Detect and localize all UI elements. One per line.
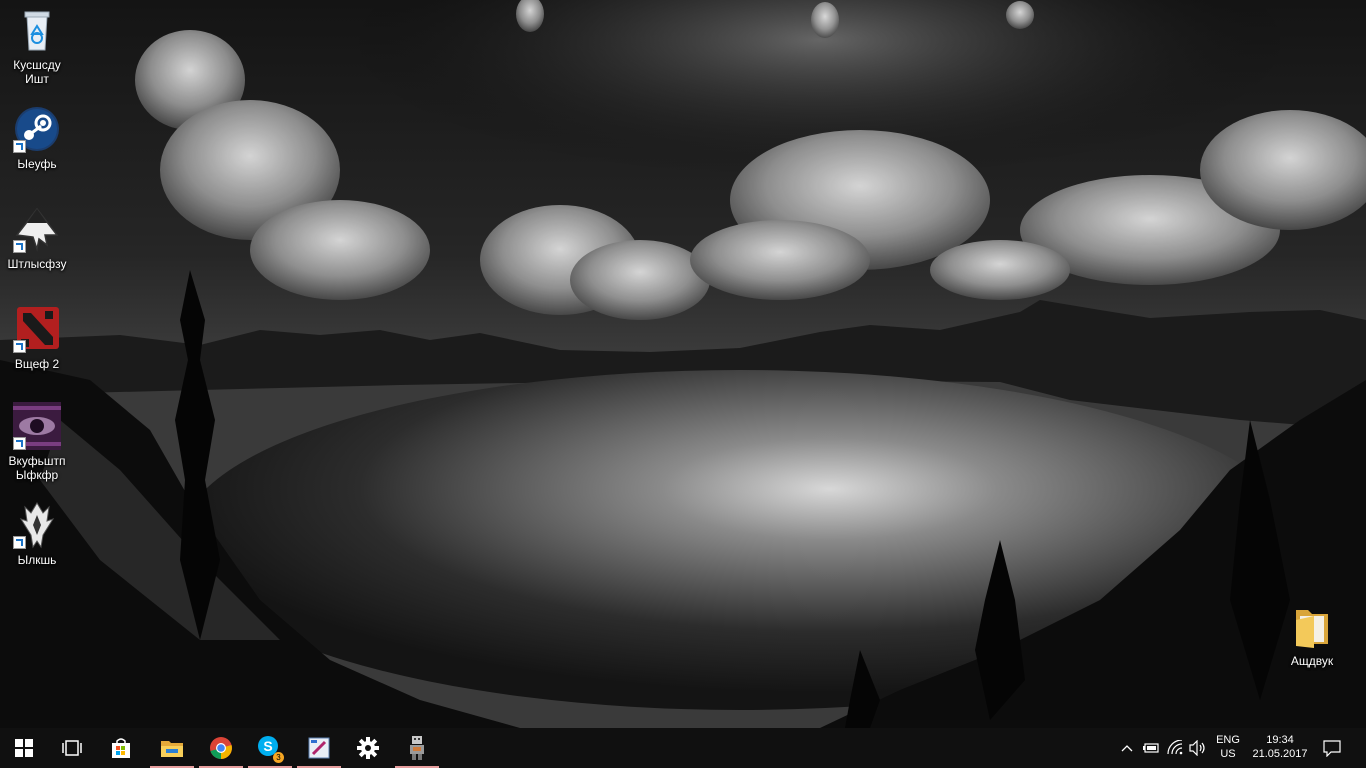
store-button[interactable] xyxy=(97,728,145,768)
svg-text:S: S xyxy=(263,738,272,754)
inkscape-icon xyxy=(13,205,61,253)
task-view-button[interactable] xyxy=(48,728,96,768)
action-center-button[interactable] xyxy=(1322,738,1342,758)
paint-button[interactable] xyxy=(295,728,343,768)
windows-logo-icon xyxy=(15,739,33,757)
desktop-icon-label: Вкуфьштп Ыфкфр xyxy=(8,454,66,482)
dreaming-sarah-icon xyxy=(13,402,61,450)
desktop-icon-label: Ылкшь xyxy=(17,553,57,567)
notification-icon xyxy=(1323,740,1341,757)
file-explorer-button[interactable] xyxy=(148,728,196,768)
language-code: ENG xyxy=(1216,734,1240,746)
language-region: US xyxy=(1220,748,1236,760)
taskbar: S 3 ENG US 19:34 21.05.2017 xyxy=(0,728,1366,768)
desktop-wallpaper xyxy=(0,0,1366,728)
desktop-icon-label: Ыеуфь xyxy=(17,157,57,171)
network-button[interactable] xyxy=(1165,738,1185,758)
wifi-icon xyxy=(1167,740,1183,755)
desktop-icon-recycle-bin[interactable]: Кусшсду Ишт xyxy=(0,6,74,86)
skype-button[interactable]: S 3 xyxy=(246,728,294,768)
chevron-up-icon xyxy=(1121,745,1133,752)
volume-button[interactable] xyxy=(1188,738,1208,758)
desktop-icon-label: Кусшсду Ишт xyxy=(13,58,61,86)
battery-button[interactable] xyxy=(1141,738,1161,758)
desktop-icon-label: Вщеф 2 xyxy=(14,357,60,371)
desktop-icon-skyrim[interactable]: Ылкшь xyxy=(0,501,74,567)
folder-icon xyxy=(161,741,183,757)
steam-icon xyxy=(13,105,61,153)
chrome-icon xyxy=(210,737,232,759)
desktop-icon-dreaming-sarah[interactable]: Вкуфьштп Ыфкфр xyxy=(0,402,74,482)
gear-icon xyxy=(357,737,379,759)
show-hidden-icons-button[interactable] xyxy=(1117,738,1137,758)
app-robot-button[interactable] xyxy=(393,728,441,768)
clock-button[interactable]: 19:34 21.05.2017 xyxy=(1248,733,1312,761)
settings-button[interactable] xyxy=(344,728,392,768)
skyrim-icon xyxy=(13,501,61,549)
recycle-bin-icon xyxy=(13,6,61,54)
chrome-button[interactable] xyxy=(197,728,245,768)
folder-icon xyxy=(1288,602,1336,650)
desktop-icon-label: Штлысфзу xyxy=(7,257,67,271)
input-language-button[interactable]: ENG US xyxy=(1212,733,1244,761)
paint-icon xyxy=(308,737,330,759)
shortcut-arrow-icon xyxy=(13,140,26,153)
shortcut-arrow-icon xyxy=(13,437,26,450)
start-button[interactable] xyxy=(0,728,48,768)
desktop-icon-dota2[interactable]: Вщеф 2 xyxy=(0,305,74,371)
dota2-icon xyxy=(13,305,61,353)
battery-icon xyxy=(1143,743,1159,753)
notification-badge: 3 xyxy=(273,752,284,763)
desktop-icon-steam[interactable]: Ыеуфь xyxy=(0,105,74,171)
shortcut-arrow-icon xyxy=(13,536,26,549)
clock-time: 19:34 xyxy=(1266,734,1294,746)
desktop-icon-label: Ащдвук xyxy=(1290,654,1334,668)
shortcut-arrow-icon xyxy=(13,240,26,253)
store-icon xyxy=(112,738,130,758)
desktop-icon-inkscape[interactable]: Штлысфзу xyxy=(0,205,74,271)
task-view-icon xyxy=(62,740,82,756)
speaker-icon xyxy=(1189,740,1205,756)
desktop-icon-folder[interactable]: Ащдвук xyxy=(1275,602,1349,668)
robot-icon xyxy=(410,736,424,760)
clock-date: 21.05.2017 xyxy=(1252,748,1308,760)
shortcut-arrow-icon xyxy=(13,340,26,353)
